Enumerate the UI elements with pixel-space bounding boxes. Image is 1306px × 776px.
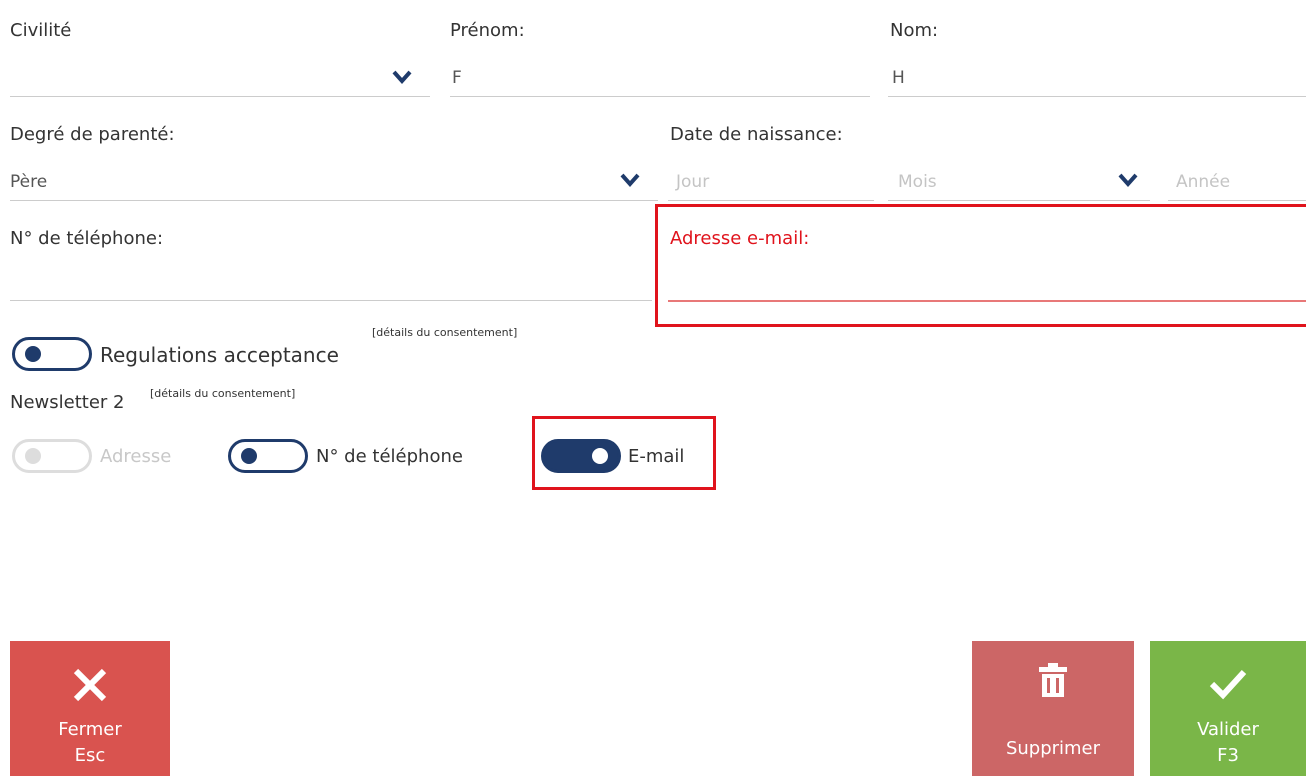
email-highlight-box [655, 204, 1306, 327]
email-underline [668, 300, 1306, 302]
prenom-underline [450, 96, 870, 97]
mois-underline [888, 200, 1150, 201]
channel-email-label: E-mail [628, 446, 685, 467]
delete-button[interactable]: Supprimer [972, 641, 1134, 776]
chevron-down-icon[interactable] [620, 173, 640, 187]
close-button[interactable]: Fermer Esc [10, 641, 170, 776]
mois-select[interactable]: Mois [898, 172, 937, 192]
toggle-knob [25, 346, 41, 362]
toggle-knob [241, 448, 257, 464]
prenom-input[interactable]: F [452, 68, 462, 88]
civilite-underline [10, 96, 430, 97]
civilite-label: Civilité [10, 20, 72, 41]
naissance-label: Date de naissance: [670, 124, 843, 145]
parente-underline [10, 200, 658, 201]
telephone-input[interactable] [10, 268, 650, 294]
close-button-label: Fermer [58, 719, 122, 740]
regulations-details-link[interactable]: [détails du consentement] [372, 326, 517, 339]
newsletter-details-link[interactable]: [détails du consentement] [150, 387, 295, 400]
jour-input[interactable]: Jour [676, 172, 709, 192]
delete-button-label: Supprimer [1005, 738, 1101, 759]
email-label: Adresse e-mail: [670, 228, 810, 249]
regulations-toggle[interactable] [12, 337, 92, 371]
nom-input[interactable]: H [892, 68, 905, 88]
toggle-knob [25, 448, 41, 464]
jour-underline [668, 200, 874, 201]
parente-label: Degré de parenté: [10, 124, 175, 145]
chevron-down-icon[interactable] [1118, 173, 1138, 187]
channel-telephone-label: N° de téléphone [316, 446, 463, 467]
channel-adresse-toggle[interactable] [12, 439, 92, 473]
channel-email-toggle[interactable] [541, 439, 621, 473]
newsletter-label: Newsletter 2 [10, 392, 125, 413]
checkmark-icon [1209, 669, 1247, 700]
nom-underline [888, 96, 1306, 97]
validate-button-label: Valider [1197, 719, 1259, 740]
nom-label: Nom: [890, 20, 939, 41]
validate-button[interactable]: Valider F3 [1150, 641, 1306, 776]
telephone-label: N° de téléphone: [10, 228, 164, 249]
telephone-underline [10, 300, 652, 301]
validate-button-shortcut: F3 [1217, 745, 1239, 766]
parente-select[interactable]: Père [10, 172, 47, 192]
annee-input[interactable]: Année [1176, 172, 1230, 192]
toggle-knob [592, 448, 608, 464]
prenom-label: Prénom: [450, 20, 525, 41]
regulations-label: Regulations acceptance [100, 343, 339, 367]
channel-telephone-toggle[interactable] [228, 439, 308, 473]
email-input[interactable] [670, 268, 1300, 294]
annee-underline [1168, 200, 1306, 201]
trash-icon [1039, 663, 1067, 697]
close-x-icon [73, 668, 107, 702]
close-button-shortcut: Esc [74, 745, 106, 766]
chevron-down-icon[interactable] [392, 70, 412, 84]
channel-adresse-label: Adresse [100, 446, 172, 467]
